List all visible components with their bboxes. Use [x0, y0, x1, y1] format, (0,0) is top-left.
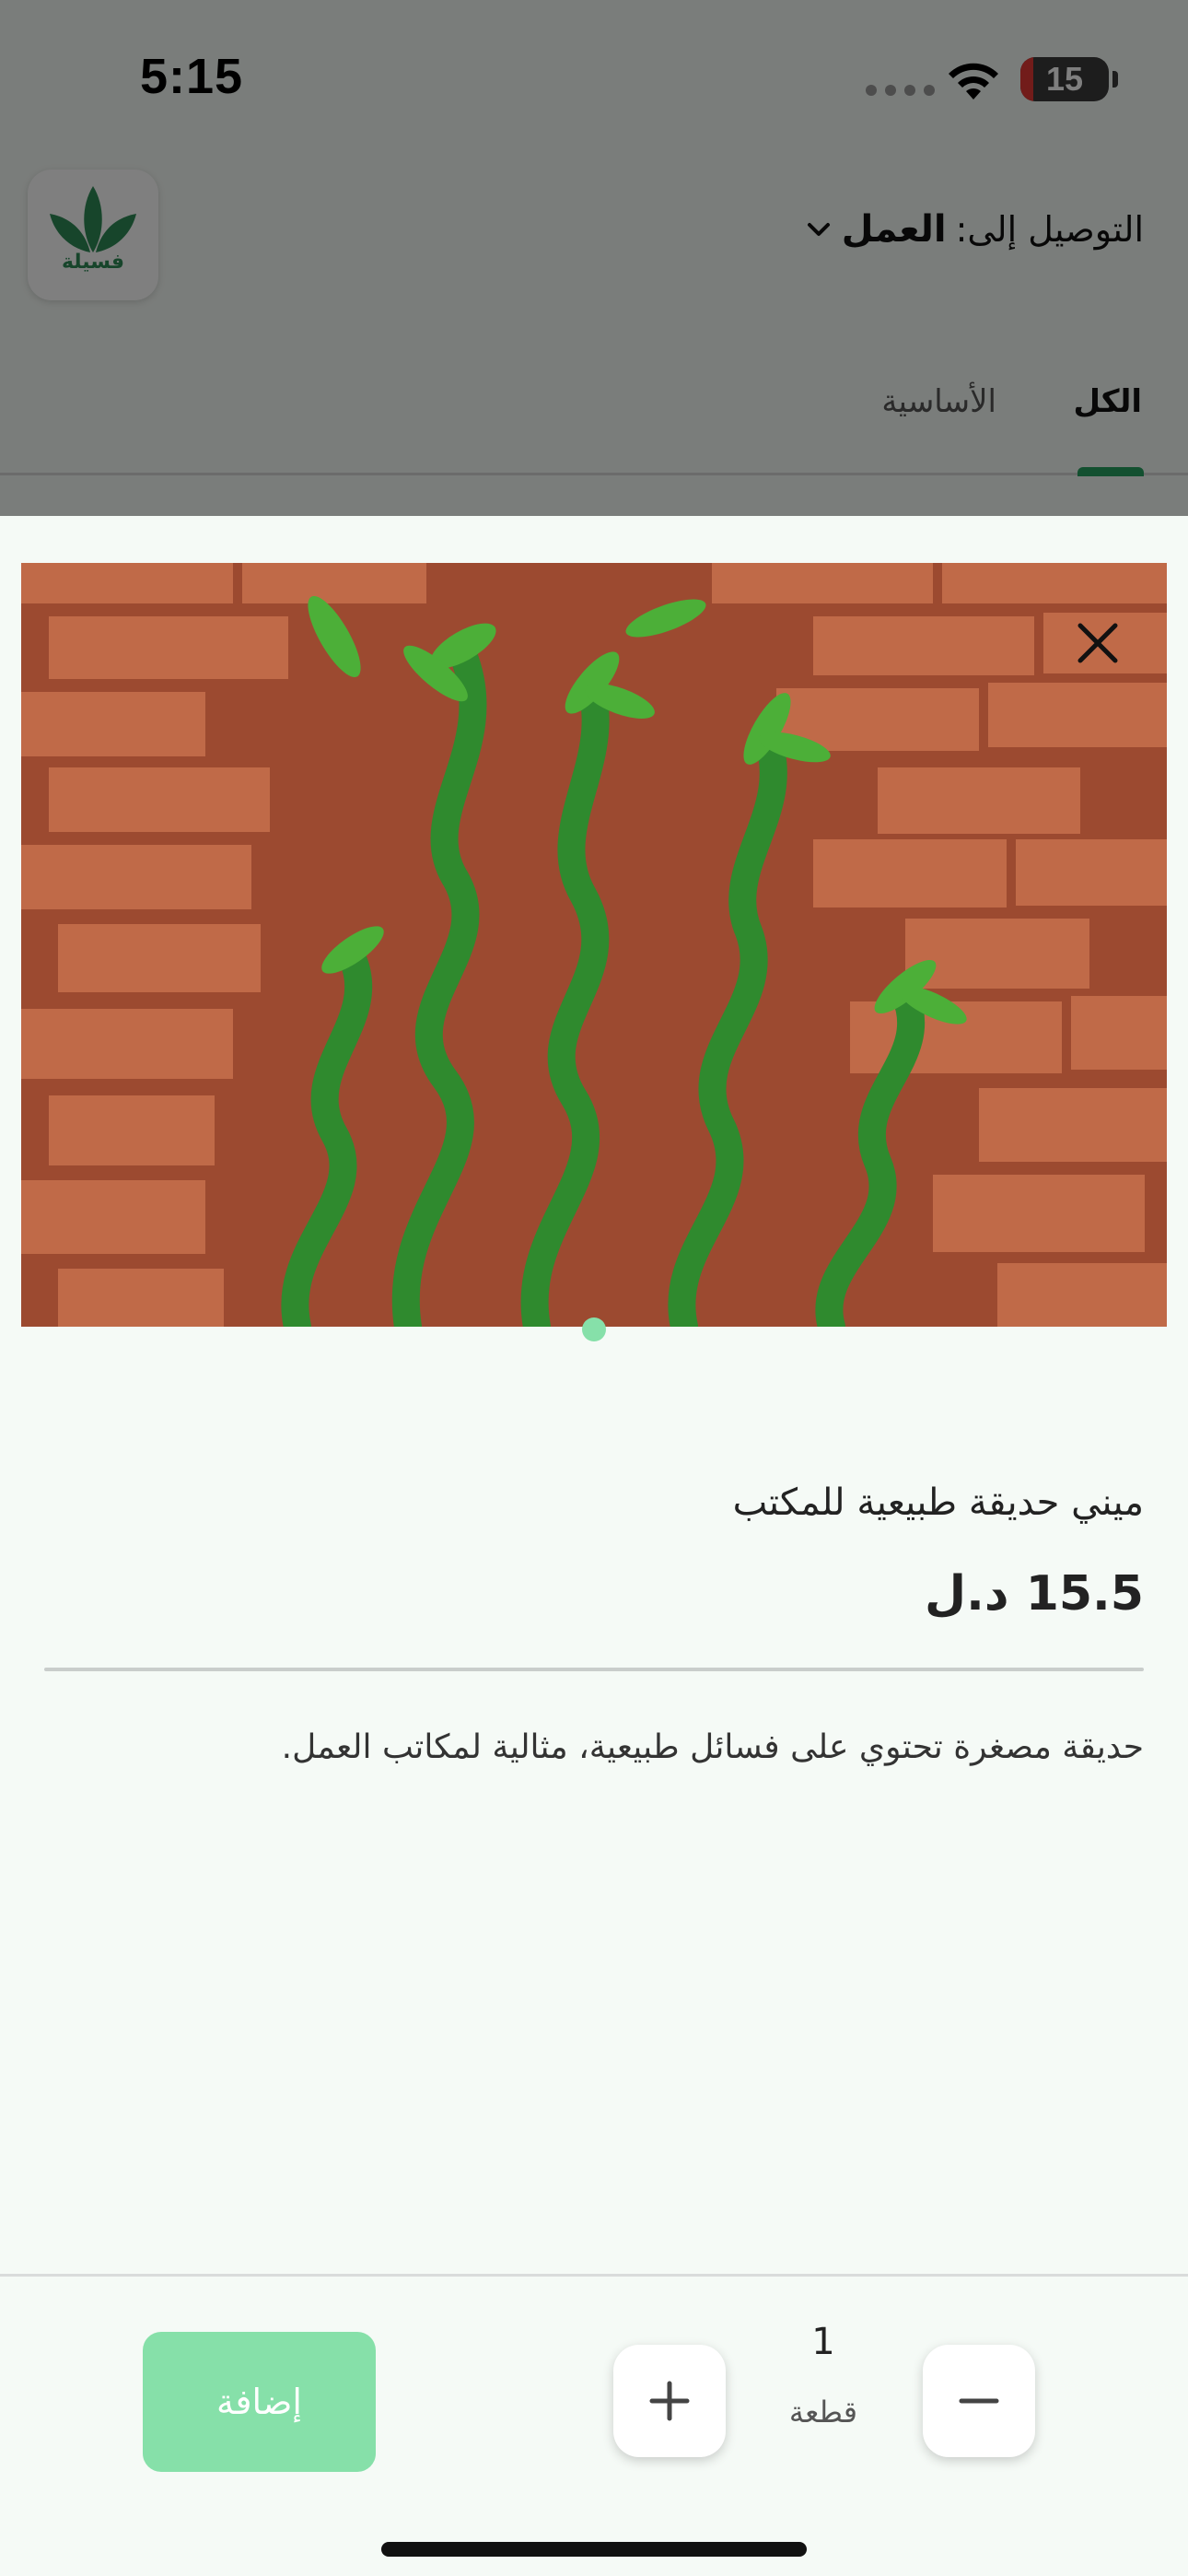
minus-icon — [959, 2398, 999, 2404]
add-to-cart-bar: إضافة 1 قطعة — [0, 2274, 1188, 2576]
quantity-value: 1 — [811, 2321, 835, 2363]
plus-icon — [649, 2381, 690, 2421]
product-title: ميني حديقة طبيعية للمكتب — [732, 1481, 1144, 1524]
decrease-quantity-button[interactable] — [923, 2345, 1035, 2457]
product-description: حديقة مصغرة تحتوي على فسائل طبيعية، مثال… — [281, 1728, 1144, 1766]
carousel-page-dot[interactable] — [582, 1317, 606, 1341]
increase-quantity-button[interactable] — [613, 2345, 726, 2457]
divider — [44, 1668, 1144, 1671]
modal-backdrop[interactable] — [0, 0, 1188, 516]
product-price: 15.5 د.ل — [925, 1566, 1144, 1622]
add-button[interactable]: إضافة — [143, 2332, 376, 2472]
lucky-bamboo-photo — [21, 563, 1167, 1327]
quantity-unit: قطعة — [788, 2395, 858, 2430]
product-sheet: ميني حديقة طبيعية للمكتب 15.5 د.ل حديقة … — [0, 516, 1188, 2576]
home-indicator[interactable] — [381, 2542, 807, 2557]
screen: 5:15 15 فسيلة التوصيل إ — [0, 0, 1188, 2576]
product-image — [21, 563, 1167, 1327]
close-icon[interactable] — [1069, 615, 1126, 672]
